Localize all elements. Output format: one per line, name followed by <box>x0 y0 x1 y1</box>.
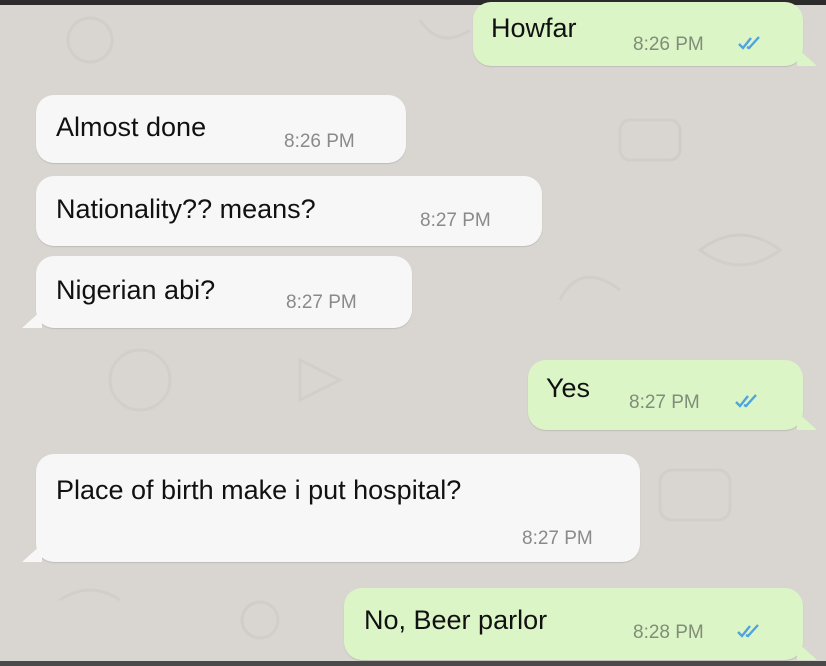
message-text: No, Beer parlor <box>364 605 548 635</box>
message-text: Place of birth make i put hospital? <box>56 475 462 505</box>
message-bubble-incoming[interactable]: Place of birth make i put hospital? 8:27… <box>22 454 640 562</box>
message-bubble-outgoing[interactable]: Howfar 8:26 PM <box>473 2 817 66</box>
double-check-read-icon <box>737 624 759 638</box>
double-check-read-icon <box>738 36 760 50</box>
message-bubble-incoming[interactable]: Nationality?? means? 8:27 PM <box>36 176 542 246</box>
message-text: Nationality?? means? <box>56 194 316 224</box>
message-timestamp: 8:27 PM <box>420 210 491 231</box>
message-timestamp: 8:27 PM <box>629 392 700 413</box>
message-bubble-outgoing[interactable]: No, Beer parlor 8:28 PM <box>344 588 817 660</box>
message-text: Almost done <box>56 112 207 142</box>
message-bubble-incoming[interactable]: Almost done 8:26 PM <box>36 95 406 163</box>
message-text: Nigerian abi? <box>56 275 216 305</box>
message-timestamp: 8:28 PM <box>633 622 704 643</box>
message-timestamp: 8:27 PM <box>286 292 357 313</box>
screen-bottom-edge <box>0 661 826 666</box>
message-timestamp: 8:26 PM <box>284 131 355 152</box>
message-text: Howfar <box>491 13 577 43</box>
message-timestamp: 8:27 PM <box>522 528 593 549</box>
message-bubble-incoming[interactable]: Nigerian abi? 8:27 PM <box>22 256 412 328</box>
message-timestamp: 8:26 PM <box>633 34 704 55</box>
double-check-read-icon <box>735 394 757 408</box>
message-bubble-outgoing[interactable]: Yes 8:27 PM <box>528 360 817 430</box>
message-text: Yes <box>546 373 591 403</box>
